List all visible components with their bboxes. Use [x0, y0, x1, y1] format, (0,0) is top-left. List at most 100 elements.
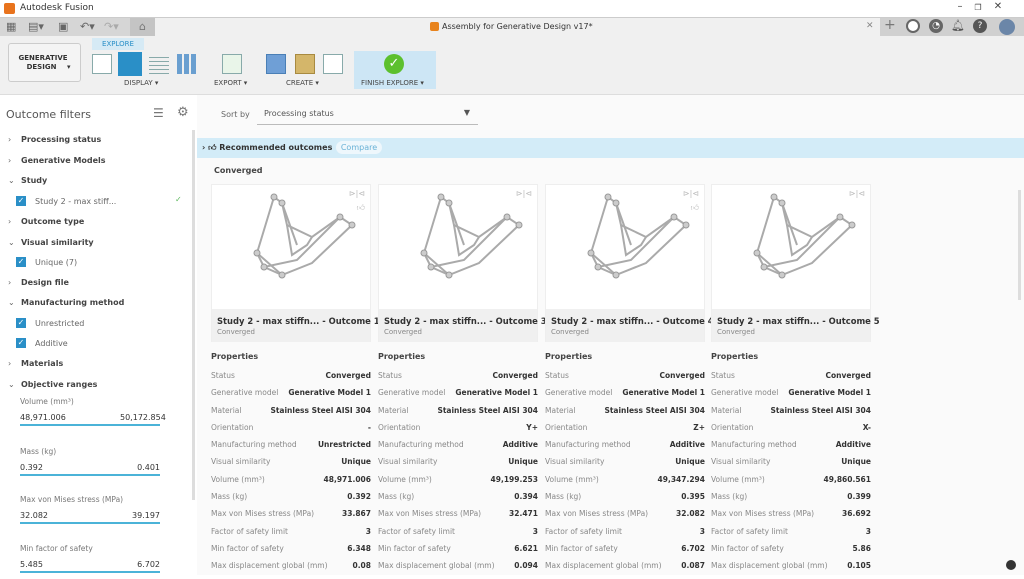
property-row: Visual similarity Unique — [211, 457, 371, 474]
property-value: 32.082 — [676, 509, 705, 519]
outcome-title[interactable]: Study 2 - max stiffn... - Outcome 5 — [717, 316, 880, 326]
create-design-icon[interactable] — [266, 54, 286, 74]
study-checkbox[interactable]: ✓ — [16, 196, 26, 206]
filter-header-3[interactable]: › Outcome type — [8, 217, 84, 226]
main-scrollbar[interactable] — [1018, 190, 1021, 300]
export-menu[interactable]: EXPORT ▾ — [214, 79, 247, 87]
close-tab-icon[interactable]: ✕ — [866, 21, 874, 31]
property-row: Generative model Generative Model 1 — [711, 388, 871, 405]
help-icon[interactable]: ? — [973, 19, 987, 33]
create-menu[interactable]: CREATE ▾ — [286, 79, 319, 87]
filter-header-8[interactable]: ⌄ Objective ranges — [8, 380, 97, 389]
extensions-icon[interactable] — [906, 19, 920, 33]
tab-explore[interactable]: EXPLORE — [92, 38, 144, 50]
filter-header-6[interactable]: ⌄ Manufacturing method — [8, 298, 124, 307]
home-icon[interactable]: ⌂ — [130, 18, 155, 36]
compare-icon[interactable]: ⊳|⊲ — [683, 189, 699, 198]
property-label: Visual similarity — [211, 457, 271, 467]
outcome-thumbnail[interactable] — [712, 185, 870, 309]
sidebar-scrollbar[interactable] — [192, 130, 195, 500]
chevron-right-icon: › — [8, 135, 12, 144]
filter-header-7[interactable]: › Materials — [8, 359, 63, 368]
range-slider[interactable] — [20, 522, 160, 524]
property-label: Mass (kg) — [211, 492, 248, 502]
compare-icon[interactable]: ⊳|⊲ — [849, 189, 865, 198]
range-min-value[interactable]: 0.392 — [20, 463, 43, 472]
property-value: 0.394 — [514, 492, 538, 502]
outcome-title[interactable]: Study 2 - max stiffn... - Outcome 4 — [551, 316, 714, 326]
range-max-value[interactable]: 39.197 — [120, 511, 160, 520]
notifications-icon[interactable]: 🔔︎ — [951, 19, 965, 33]
large-thumbnails-icon[interactable] — [92, 54, 112, 74]
range-min-value[interactable]: 5.485 — [20, 560, 43, 569]
outcome-card[interactable]: ⊳|⊲ 👍︎ Study 2 - max stiffn... - Outcome 4… — [545, 184, 714, 342]
filter-header-1[interactable]: › Generative Models — [8, 156, 106, 165]
property-value: Z+ — [693, 422, 705, 432]
gear-icon[interactable]: ⚙ — [177, 105, 189, 120]
filter-header-5[interactable]: › Design file — [8, 278, 69, 287]
save-icon[interactable]: ▣ — [58, 20, 68, 33]
range-slider[interactable] — [20, 474, 160, 476]
filter-settings-icon[interactable]: ☰ — [153, 106, 164, 120]
recommended-outcomes-toggle[interactable]: › 👍︎ Recommended outcomes — [202, 143, 332, 153]
property-row: Max displacement global (mm) 0.094 — [378, 561, 538, 578]
properties-table: Properties Status Converged Generative mode… — [545, 352, 705, 579]
restore-button[interactable]: ❐ — [968, 3, 988, 12]
sort-select[interactable]: Processing status ▼ — [257, 103, 478, 125]
outcome-thumbnail[interactable] — [212, 185, 370, 309]
outcome-status: Converged — [217, 328, 256, 336]
close-button[interactable]: ✕ — [988, 1, 1008, 12]
outcome-thumbnail[interactable] — [546, 185, 704, 309]
thumbnail-properties-icon[interactable] — [118, 52, 142, 76]
filter-header-2[interactable]: ⌄ Study — [8, 176, 47, 185]
export-excel-icon[interactable] — [222, 54, 242, 74]
filter-header-0[interactable]: › Processing status — [8, 135, 101, 144]
outcome-title[interactable]: Study 2 - max stiffn... - Outcome 1 — [217, 316, 380, 326]
new-tab-icon[interactable]: + — [884, 17, 896, 33]
filter-header-4[interactable]: ⌄ Visual similarity — [8, 238, 94, 247]
unique-checkbox[interactable]: ✓ — [16, 257, 26, 267]
outcome-thumbnail[interactable] — [379, 185, 537, 309]
chevron-down-icon: ⌄ — [8, 238, 15, 247]
range-max-value[interactable]: 6.702 — [120, 560, 160, 569]
compare-button[interactable]: Compare — [336, 141, 382, 154]
compare-icon[interactable]: ⊳|⊲ — [349, 189, 365, 198]
range-min-value[interactable]: 48,971.006 — [20, 413, 66, 422]
range-min-value[interactable]: 32.082 — [20, 511, 48, 520]
property-value: Stainless Steel AISI 304 — [270, 405, 371, 415]
outcome-card[interactable]: ⊳|⊲ Study 2 - max stiffn... - Outcome 5 Co… — [711, 184, 880, 342]
property-row: Orientation Y+ — [378, 423, 538, 440]
range-max-value[interactable]: 0.401 — [120, 463, 160, 472]
minimize-button[interactable]: – — [950, 1, 970, 12]
compare-icon[interactable]: ⊳|⊲ — [516, 189, 532, 198]
range-slider[interactable] — [20, 571, 160, 573]
range-slider[interactable] — [20, 424, 160, 426]
property-row: Material Stainless Steel AISI 304 — [545, 406, 705, 423]
document-tab[interactable]: Assembly for Generative Design v17* — [442, 22, 593, 31]
file-menu-icon[interactable]: ▤▾ — [28, 20, 44, 33]
property-row: Mass (kg) 0.399 — [711, 492, 871, 509]
outcome-card[interactable]: ⊳|⊲ Study 2 - max stiffn... - Outcome 3 Co… — [378, 184, 547, 342]
outcome-caption: Study 2 - max stiffn... - Outcome 4 Conve… — [546, 309, 714, 342]
property-label: Material — [378, 405, 409, 415]
display-menu[interactable]: DISPLAY ▾ — [124, 79, 158, 87]
create-assembly-icon[interactable] — [295, 54, 315, 74]
workspace-switcher[interactable]: GENERATIVE DESIGN ▾ — [8, 43, 81, 82]
list-view-icon[interactable] — [149, 54, 169, 74]
job-status-icon[interactable]: ◔ — [929, 19, 943, 33]
additive-checkbox[interactable]: ✓ — [16, 338, 26, 348]
apps-grid-icon[interactable]: ▦ — [6, 20, 16, 33]
table-view-icon[interactable] — [177, 54, 197, 74]
redo-icon[interactable]: ↷▾ — [104, 20, 119, 33]
thumbs-up-icon[interactable]: 👍︎ — [691, 203, 699, 213]
outcome-card[interactable]: ⊳|⊲ 👍︎ Study 2 - max stiffn... - Outcome 1… — [211, 184, 380, 342]
property-row: Manufacturing method Additive — [711, 440, 871, 457]
create-report-icon[interactable] — [323, 54, 343, 74]
outcome-title[interactable]: Study 2 - max stiffn... - Outcome 3 — [384, 316, 547, 326]
range-max-value[interactable]: 50,172.854 — [120, 413, 166, 422]
avatar[interactable] — [999, 19, 1015, 35]
thumbs-up-icon[interactable]: 👍︎ — [357, 203, 365, 213]
property-value: 3 — [365, 526, 371, 536]
unrestricted-checkbox[interactable]: ✓ — [16, 318, 26, 328]
undo-icon[interactable]: ↶▾ — [80, 20, 95, 33]
